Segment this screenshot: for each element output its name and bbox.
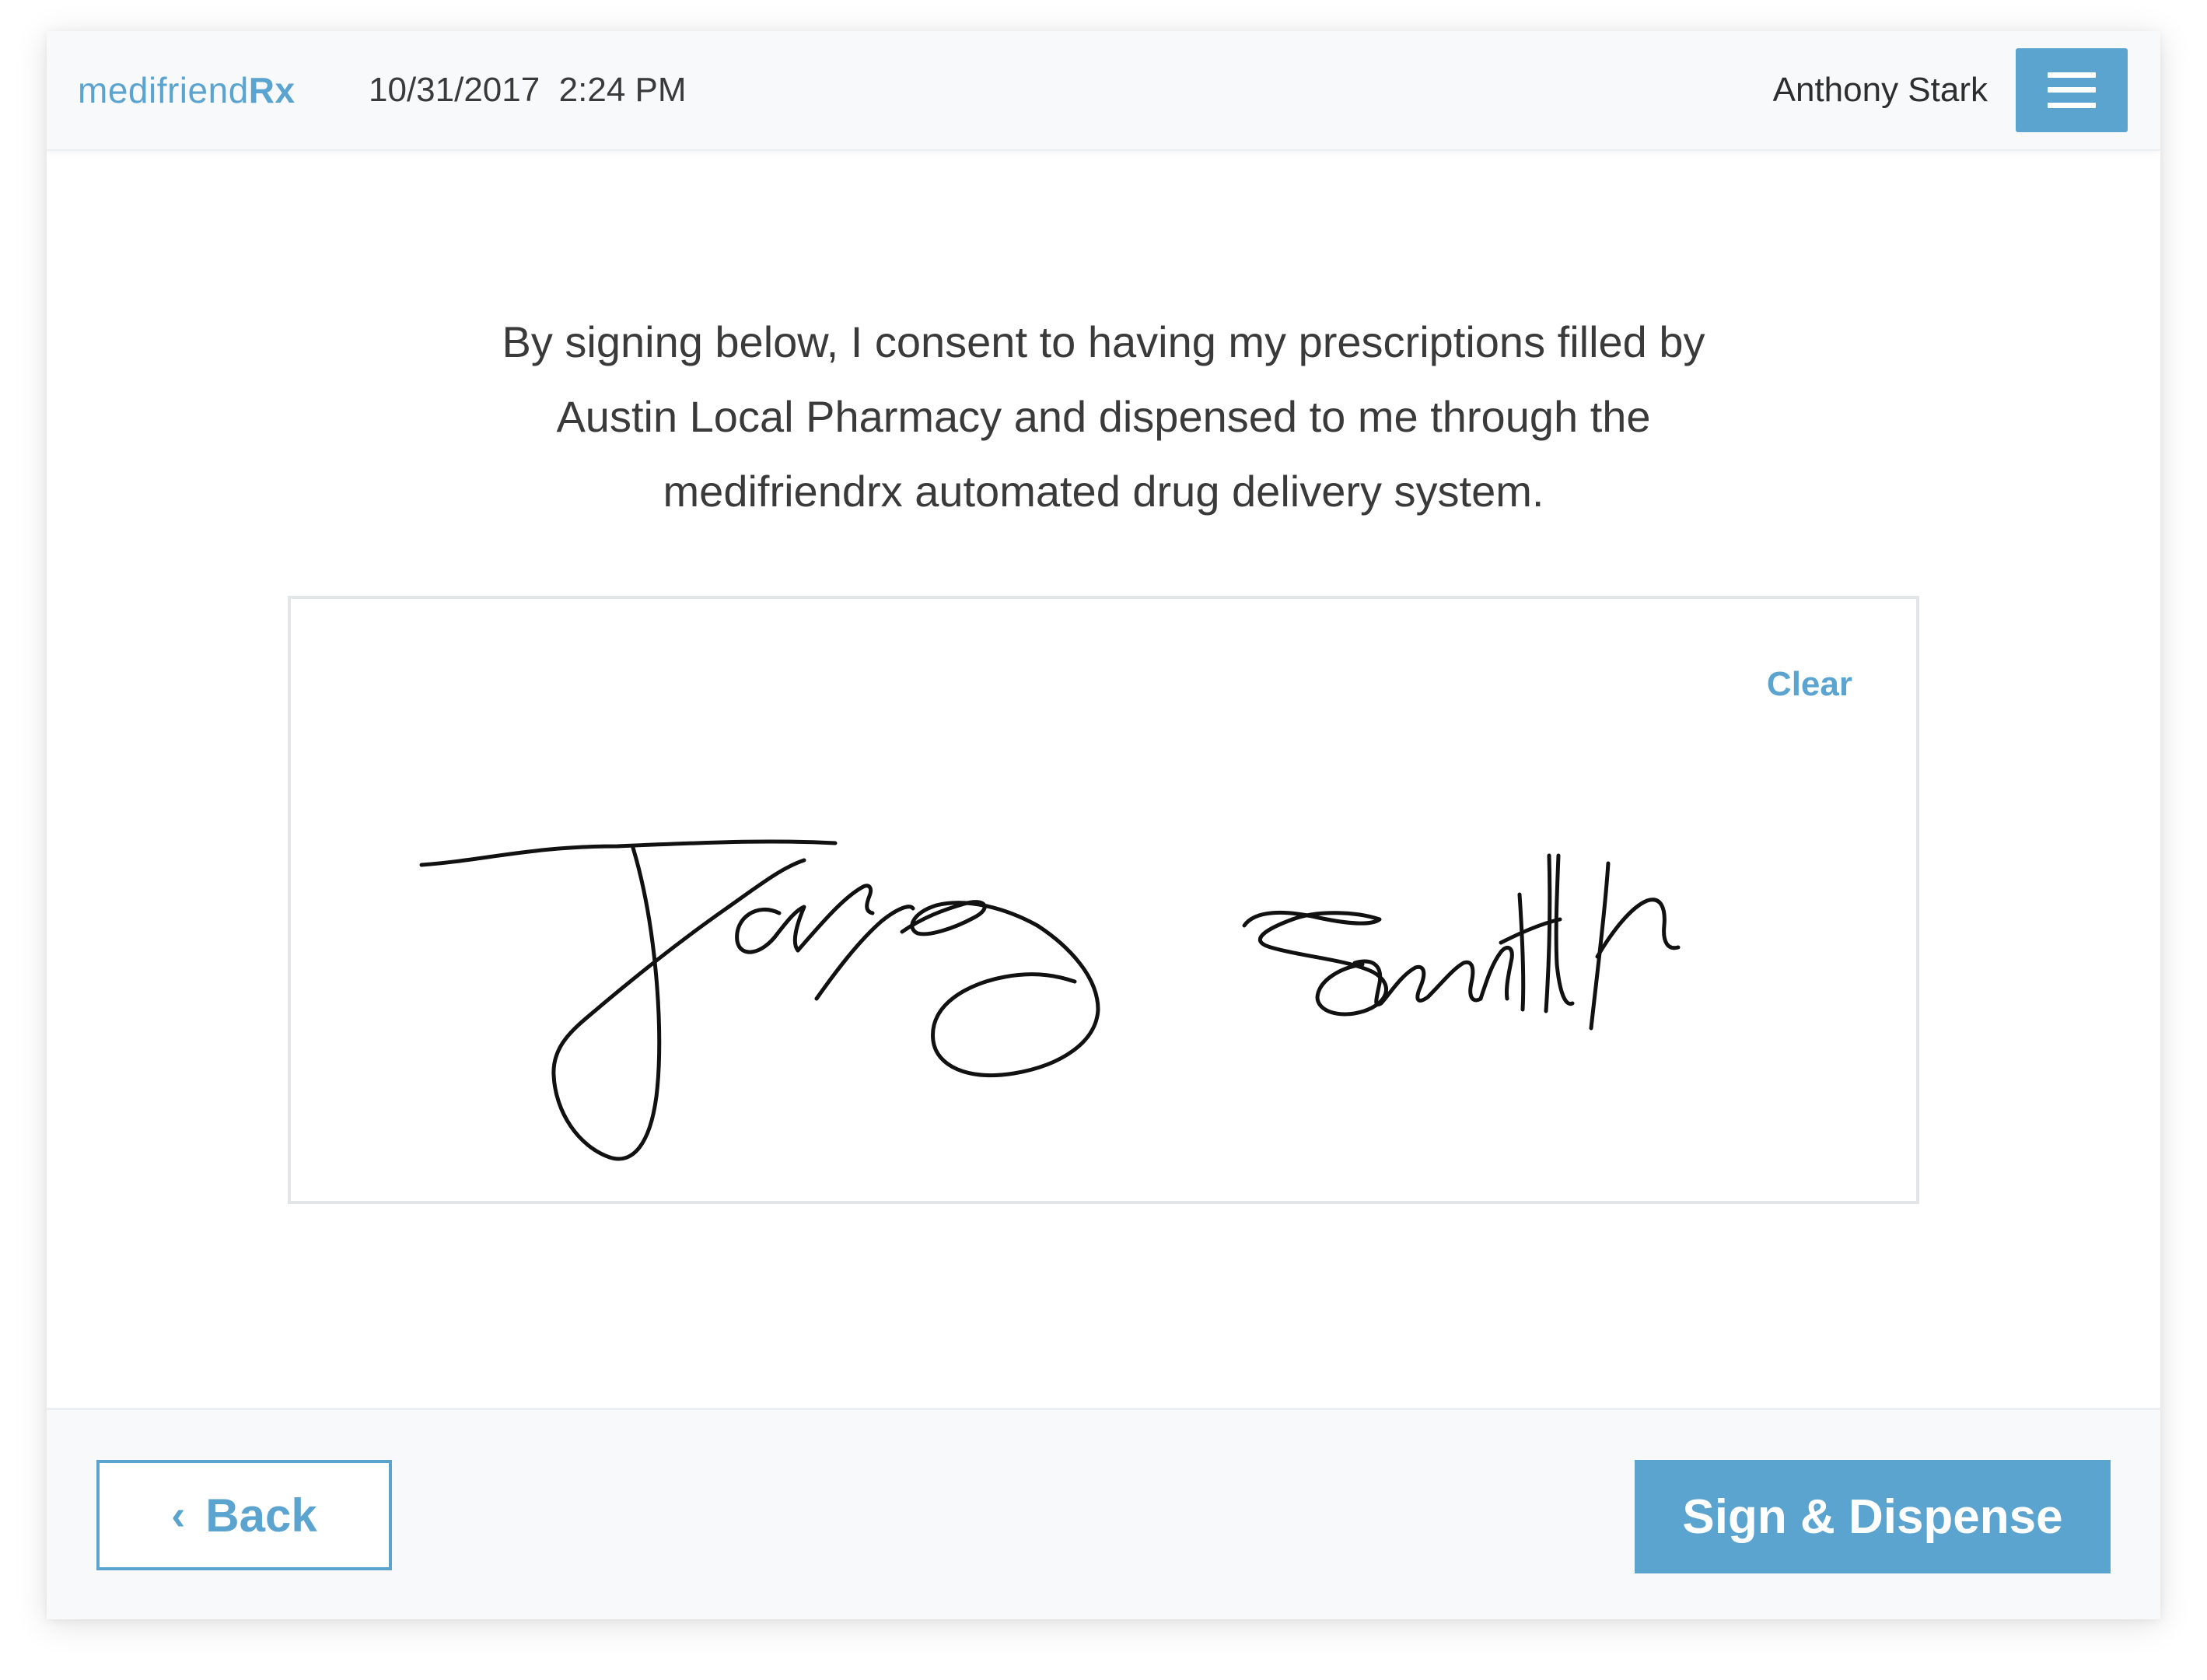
back-button[interactable]: ‹ Back — [96, 1460, 392, 1570]
chevron-left-icon: ‹ — [171, 1492, 186, 1538]
consent-line-2: Austin Local Pharmacy and dispensed to m… — [556, 392, 1651, 441]
menu-button[interactable] — [2016, 48, 2128, 132]
current-datetime: 10/31/2017 2:24 PM — [369, 68, 687, 112]
app-window: medifriendRx 10/31/2017 2:24 PM Anthony … — [47, 31, 2160, 1619]
consent-line-1: By signing below, I consent to having my… — [502, 317, 1705, 366]
sign-button-label: Sign & Dispense — [1682, 1489, 2063, 1544]
bottom-bar: ‹ Back Sign & Dispense — [47, 1408, 2160, 1619]
user-name: Anthony Stark — [1772, 71, 1988, 109]
back-button-label: Back — [205, 1489, 317, 1542]
sign-and-dispense-button[interactable]: Sign & Dispense — [1635, 1460, 2111, 1573]
logo-prefix: medifriend — [78, 70, 249, 110]
consent-line-3: medifriendrx automated drug delivery sys… — [663, 467, 1544, 516]
consent-statement: By signing below, I consent to having my… — [365, 305, 1842, 529]
app-logo: medifriendRx — [78, 68, 296, 112]
signature-pad[interactable]: Clear — [288, 596, 1919, 1204]
hamburger-menu-icon — [2048, 72, 2096, 108]
top-bar: medifriendRx 10/31/2017 2:24 PM Anthony … — [47, 31, 2160, 151]
current-date: 10/31/2017 — [369, 71, 540, 109]
signature-drawing — [419, 839, 1681, 1161]
current-time: 2:24 PM — [558, 71, 687, 109]
logo-suffix: Rx — [248, 70, 296, 110]
